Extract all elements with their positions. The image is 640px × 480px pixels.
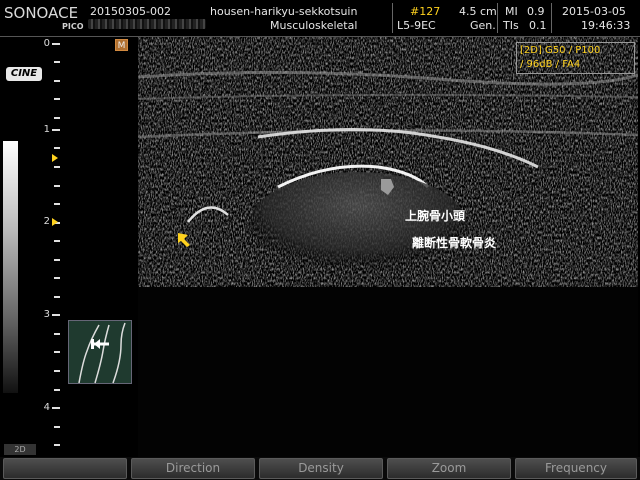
mi-label: MI — [505, 5, 518, 18]
depth-tick — [52, 407, 60, 409]
brand-logo: SONOACE — [4, 4, 79, 22]
focus-marker[interactable] — [52, 218, 58, 226]
patient-id: 20150305-002 — [90, 5, 171, 18]
header-divider — [392, 3, 393, 33]
depth-tick — [52, 43, 60, 45]
depth-tick — [54, 80, 60, 82]
depth-tick — [54, 203, 60, 205]
header-divider — [551, 3, 552, 33]
frequency-button[interactable]: Frequency — [515, 458, 637, 479]
depth-tick — [54, 166, 60, 168]
annotation-text[interactable]: 上腕骨小頭 — [405, 207, 465, 224]
zoom-button[interactable]: Zoom — [387, 458, 511, 479]
depth-tick — [52, 129, 60, 131]
grayscale-bar — [3, 141, 18, 393]
depth-tick — [54, 370, 60, 372]
settings-line-2: / 96dB / FA4 — [520, 59, 581, 70]
tis-value: 0.1 — [529, 19, 547, 32]
depth-tick — [54, 277, 60, 279]
depth-label: 0 — [43, 38, 50, 49]
tis-label: TIs — [503, 19, 519, 32]
probe-name: L5-9EC — [397, 19, 436, 32]
depth-tick — [54, 351, 60, 353]
depth-tick — [54, 98, 60, 100]
imaging-settings: [2D] G50 / P100 / 96dB / FA4 — [516, 42, 635, 74]
depth-tick — [54, 185, 60, 187]
depth-tick — [54, 444, 60, 446]
cine-indicator[interactable]: CINE — [6, 67, 42, 81]
depth-label: 3 — [43, 309, 50, 320]
depth-tick — [54, 259, 60, 261]
depth-tick — [54, 240, 60, 242]
probe-position-icon — [68, 320, 132, 384]
depth-label: 2 — [43, 216, 50, 227]
frame-number: #127 — [410, 5, 441, 18]
brand-sub: PICO — [62, 22, 84, 31]
ultrasound-scan — [138, 37, 638, 457]
depth-tick — [54, 147, 60, 149]
exam-date: 2015-03-05 — [562, 5, 626, 18]
status-header: SONOACE PICO 20150305-002 housen-harikyu… — [0, 0, 640, 36]
header-divider — [497, 3, 498, 33]
depth-tick — [54, 389, 60, 391]
annotation-text[interactable]: 離断性骨軟骨炎 — [412, 234, 496, 251]
institution-name: housen-harikyu-sekkotsuin — [210, 5, 358, 18]
density-button[interactable]: Density — [259, 458, 383, 479]
gen-label: Gen. — [470, 19, 496, 32]
preset-name: Musculoskeletal — [270, 19, 358, 32]
focus-marker[interactable] — [52, 154, 58, 162]
depth-tick — [54, 426, 60, 428]
depth-tick — [54, 333, 60, 335]
depth-tick — [52, 314, 60, 316]
ultrasound-image[interactable] — [138, 37, 638, 457]
softkey-1[interactable] — [3, 458, 127, 479]
depth-label: 1 — [43, 124, 50, 135]
mode-tag: 2D — [4, 444, 36, 455]
depth-tick — [54, 117, 60, 119]
depth-tick — [54, 296, 60, 298]
softkey-bar: Direction Density Zoom Frequency — [0, 457, 640, 480]
depth-value: 4.5 cm — [459, 5, 497, 18]
orientation-marker: M — [115, 39, 128, 51]
settings-line-1: [2D] G50 / P100 — [520, 45, 601, 56]
depth-tick — [54, 61, 60, 63]
mi-value: 0.9 — [527, 5, 545, 18]
direction-button[interactable]: Direction — [131, 458, 255, 479]
depth-label: 4 — [43, 402, 50, 413]
exam-time: 19:46:33 — [581, 19, 631, 32]
patient-name-redacted — [88, 19, 206, 29]
